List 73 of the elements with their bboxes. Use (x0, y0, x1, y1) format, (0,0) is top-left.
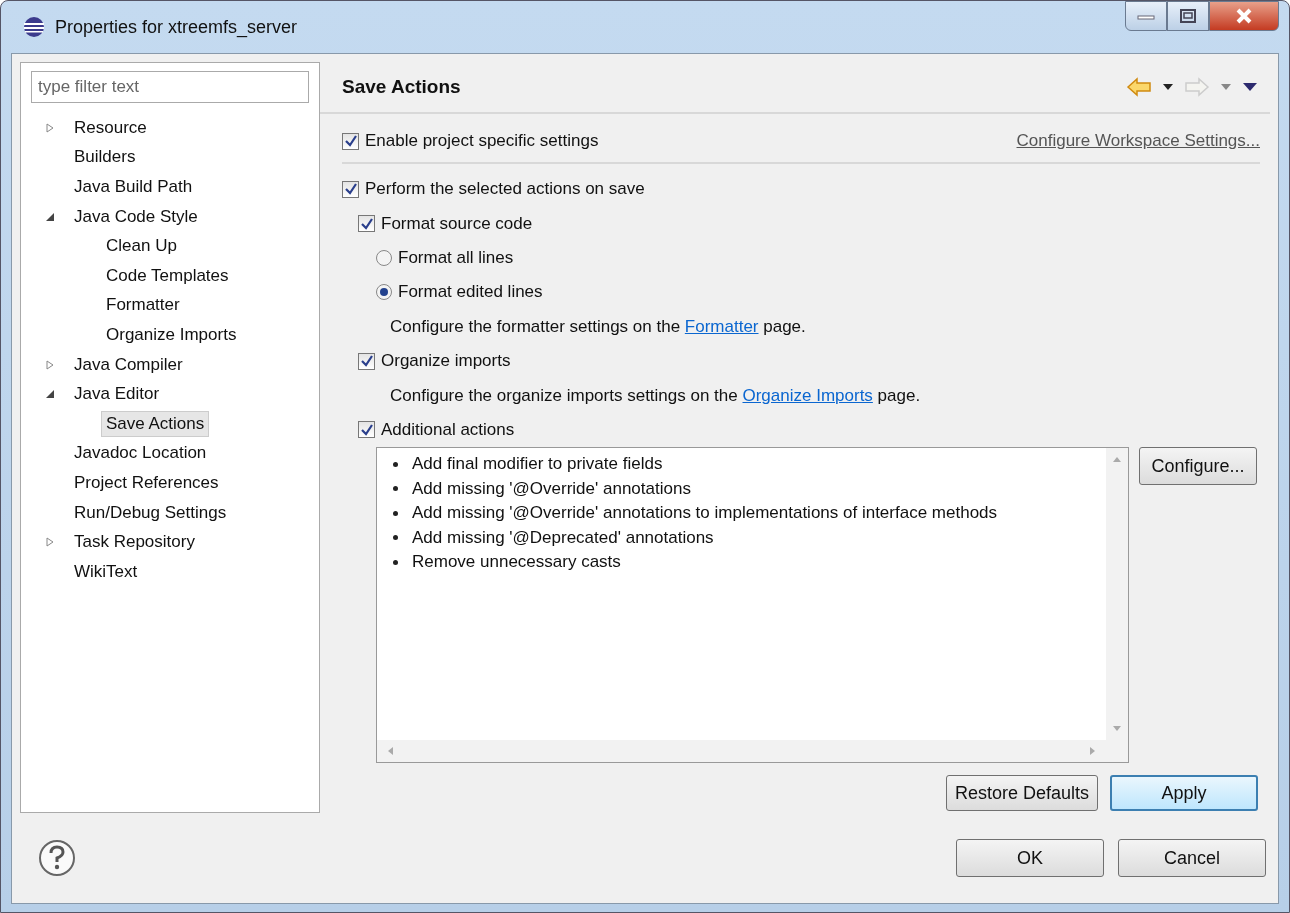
restore-defaults-button[interactable]: Restore Defaults (945, 775, 1098, 812)
dropdown-icon[interactable] (1162, 83, 1174, 91)
checkbox-label: Additional actions (381, 419, 515, 440)
checkbox[interactable] (342, 132, 359, 150)
checkbox[interactable] (358, 421, 375, 439)
view-menu-icon[interactable] (1242, 82, 1258, 92)
window-title: Properties for xtreemfs_server (55, 16, 298, 38)
radio-label: Format edited lines (398, 282, 543, 303)
bullet-icon (393, 535, 398, 541)
bullet-icon (393, 461, 398, 467)
list-item: Add final modifier to private fields (412, 454, 663, 475)
scroll-left-icon[interactable] (387, 746, 393, 757)
expand-icon[interactable] (44, 358, 56, 371)
hint-text: Configure the organize imports settings on the Organize Imports page. (390, 385, 921, 406)
globe-icon (23, 16, 45, 38)
tree-item[interactable]: Java Compiler (69, 351, 188, 378)
bullet-icon (393, 559, 398, 565)
checkbox-label: Format source code (381, 213, 533, 234)
expand-icon[interactable] (44, 121, 56, 134)
cancel-button[interactable]: Cancel (1118, 839, 1266, 877)
checkbox[interactable] (342, 180, 359, 198)
configure-button[interactable]: Configure... (1139, 447, 1257, 486)
back-arrow-icon[interactable] (1126, 77, 1152, 97)
vertical-scrollbar[interactable] (1106, 448, 1128, 741)
tree-item[interactable]: Clean Up (101, 233, 182, 260)
collapse-icon[interactable] (44, 388, 56, 401)
tree-item[interactable]: Javadoc Location (69, 440, 212, 467)
tree-item[interactable]: Project References (69, 469, 224, 496)
page-title: Save Actions (342, 76, 461, 98)
checkbox[interactable] (358, 215, 375, 233)
tree-item[interactable]: Java Code Style (69, 203, 203, 230)
bullet-icon (393, 486, 398, 492)
list-item: Add missing '@Override' annotations (412, 478, 691, 499)
checkbox-label: Enable project specific settings (365, 131, 599, 151)
maximize-button[interactable] (1167, 1, 1209, 31)
close-button[interactable] (1209, 1, 1279, 31)
help-icon[interactable] (38, 839, 76, 877)
minimize-button[interactable] (1125, 1, 1167, 31)
tree-item[interactable]: Java Editor (69, 381, 165, 408)
list-item: Add missing '@Override' annotations to implementations of interface methods (412, 503, 998, 524)
workspace-settings-link[interactable]: Configure Workspace Settings... (1016, 131, 1260, 151)
checkbox-label: Organize imports (381, 351, 511, 372)
tree-item[interactable]: Formatter (101, 292, 185, 319)
maximize-icon (1179, 8, 1197, 24)
page-link[interactable]: Formatter (684, 316, 759, 336)
tree-item[interactable]: Code Templates (101, 262, 234, 289)
checkbox[interactable] (358, 352, 375, 370)
scroll-up-icon[interactable] (1112, 456, 1122, 463)
tree-item[interactable]: Save Actions (101, 410, 210, 437)
bullet-icon (393, 510, 398, 516)
tree-item[interactable]: Run/Debug Settings (69, 499, 232, 526)
scroll-right-icon[interactable] (1090, 746, 1096, 757)
checkbox-label: Perform the selected actions on save (365, 179, 645, 200)
tree-item[interactable]: WikiText (69, 558, 143, 585)
tree-item[interactable]: Organize Imports (101, 321, 242, 348)
radio-label: Format all lines (398, 247, 514, 268)
tree-item[interactable]: Resource (69, 114, 152, 141)
scroll-down-icon[interactable] (1112, 726, 1122, 733)
tree-item[interactable]: Java Build Path (69, 174, 198, 200)
list-item: Add missing '@Deprecated' annotations (412, 527, 714, 548)
apply-button[interactable]: Apply (1110, 775, 1258, 812)
radio-button[interactable] (376, 249, 392, 266)
horizontal-scrollbar[interactable] (377, 740, 1128, 763)
radio-button[interactable] (376, 284, 392, 301)
tree-item[interactable]: Task Repository (69, 529, 200, 556)
filter-field[interactable]: type filter text (31, 71, 309, 103)
close-icon (1234, 8, 1254, 24)
expand-icon[interactable] (44, 536, 56, 549)
hint-text: Configure the formatter settings on the Formatter page. (390, 316, 806, 337)
list-item: Remove unnecessary casts (412, 552, 621, 573)
page-link[interactable]: Organize Imports (742, 385, 873, 405)
tree-item[interactable]: Builders (69, 144, 141, 171)
ok-button[interactable]: OK (956, 839, 1104, 877)
